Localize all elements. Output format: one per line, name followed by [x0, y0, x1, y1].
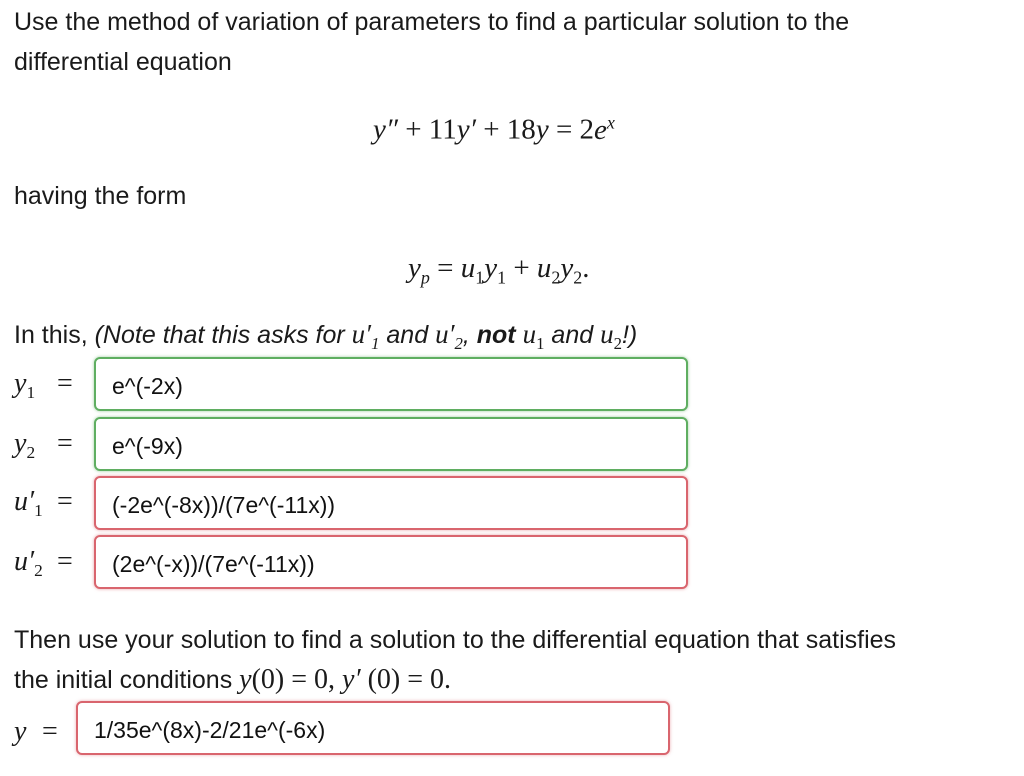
note-and2: and: [551, 321, 594, 349]
y1-answer-input[interactable]: e^(-2x): [94, 357, 688, 411]
note-end: !): [621, 321, 638, 349]
particular-solution-form: yp = u1y1 + u2y2.: [408, 252, 590, 288]
y-equals: =: [42, 716, 58, 747]
y1-equals: =: [57, 368, 73, 399]
initial-conditions: y(0) = 0, y′ (0) = 0.: [239, 664, 452, 695]
then-text-line2: the initial conditions y(0) = 0, y′ (0) …: [14, 660, 451, 700]
note-italic: (Note that this asks for: [94, 321, 345, 349]
u1-prime-label: u′1: [14, 486, 43, 521]
y1-label: y1: [14, 368, 36, 403]
u1-prime-answer-input[interactable]: (-2e^(-8x))/(7e^(-11x)): [94, 476, 688, 530]
differential-equation: y″ + 11y′ + 18y = 2ex: [373, 112, 615, 146]
u2-prime-label: u′2: [14, 546, 43, 581]
u2-prime-equals: =: [57, 546, 73, 577]
then-text-line1: Then use your solution to find a solutio…: [14, 626, 897, 654]
y2-equals: =: [57, 428, 73, 459]
note-and: and: [386, 321, 429, 349]
u1-prime-equals: =: [57, 486, 73, 517]
intro-text-line2: differential equation: [14, 48, 232, 76]
u2-prime-answer-input[interactable]: (2e^(-x))/(7e^(-11x)): [94, 535, 688, 589]
then-text-line2-label: the initial conditions: [14, 666, 233, 694]
y-label: y: [14, 716, 27, 747]
intro-text-line1: Use the method of variation of parameter…: [14, 8, 850, 36]
y-answer-input[interactable]: 1/35e^(8x)-2/21e^(-6x): [76, 701, 670, 755]
note-prefix: In this,: [14, 321, 88, 349]
note-not: not: [476, 321, 516, 349]
y2-label: y2: [14, 428, 36, 463]
having-form-text: having the form: [14, 182, 187, 210]
y2-answer-input[interactable]: e^(-9x): [94, 417, 688, 471]
